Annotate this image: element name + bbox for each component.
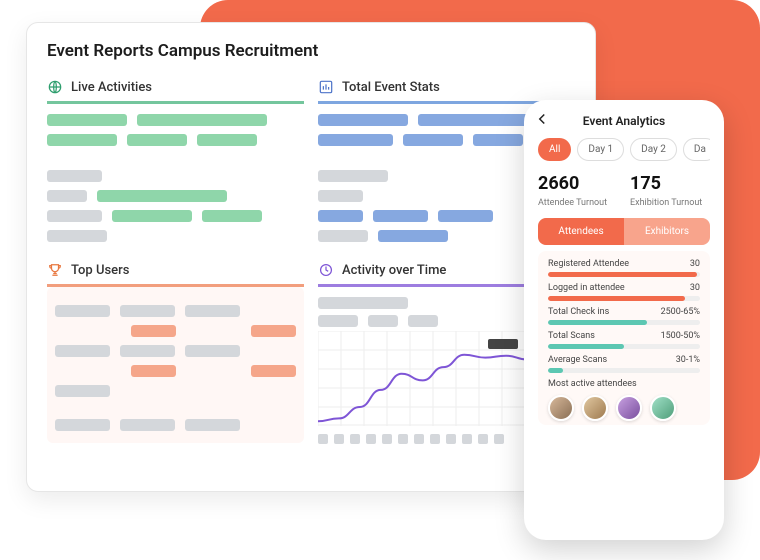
stat-attendee-turnout: 2660 Attendee Turnout <box>538 173 618 208</box>
globe-icon <box>47 79 63 95</box>
stat-label: Exhibition Turnout <box>630 198 710 208</box>
bar-chart-icon <box>318 79 334 95</box>
dashboard-card: Event Reports Campus Recruitment Live Ac… <box>26 22 596 492</box>
panel-header-totals: Total Event Stats <box>318 73 575 104</box>
phone-header: Event Analytics <box>538 114 710 128</box>
metric-bar <box>548 296 700 301</box>
panel-title: Activity over Time <box>342 263 446 278</box>
filter-pill-all[interactable]: All <box>538 138 571 161</box>
stat-label: Attendee Turnout <box>538 198 618 208</box>
metric-value: 30 <box>690 259 700 269</box>
avatar[interactable] <box>650 395 676 421</box>
filter-pill-day3[interactable]: Da <box>683 138 710 161</box>
filter-pill-day2[interactable]: Day 2 <box>630 138 677 161</box>
avatar-row <box>548 395 700 421</box>
metric-bar <box>548 320 700 325</box>
panel-title: Top Users <box>71 263 129 278</box>
metric-row: Registered Attendee 30 <box>548 259 700 277</box>
metric-label: Registered Attendee <box>548 259 629 269</box>
segment-attendees[interactable]: Attendees <box>538 218 624 245</box>
stat-exhibition-turnout: 175 Exhibition Turnout <box>630 173 710 208</box>
filter-pills: All Day 1 Day 2 Da <box>538 138 710 161</box>
metric-label: Logged in attendee <box>548 283 625 293</box>
placeholder-rows <box>47 287 304 443</box>
dashboard-title: Event Reports Campus Recruitment <box>47 41 575 61</box>
metric-row: Total Scans 1500-50% <box>548 331 700 349</box>
metrics-card: Registered Attendee 30 Logged in attendee 3… <box>538 251 710 425</box>
segment-control[interactable]: Attendees Exhibitors <box>538 218 710 245</box>
back-icon[interactable] <box>538 113 546 129</box>
panel-header-live: Live Activities <box>47 73 304 104</box>
trophy-icon <box>47 262 63 278</box>
avatar[interactable] <box>548 395 574 421</box>
metric-value: 30 <box>690 283 700 293</box>
filter-pill-day1[interactable]: Day 1 <box>577 138 624 161</box>
line-chart-svg <box>318 331 548 426</box>
metric-value: 2500-65% <box>661 307 700 317</box>
turnout-stats: 2660 Attendee Turnout 175 Exhibition Tur… <box>538 173 710 208</box>
metric-bar <box>548 368 700 373</box>
panel-title: Total Event Stats <box>342 80 440 95</box>
panel-header-top-users: Top Users <box>47 256 304 287</box>
phone-title: Event Analytics <box>583 114 665 128</box>
segment-exhibitors[interactable]: Exhibitors <box>624 218 710 245</box>
panel-top-users: Top Users <box>47 256 304 444</box>
metric-bar <box>548 344 700 349</box>
clock-icon <box>318 262 334 278</box>
chart-tooltip <box>488 339 518 349</box>
stat-value: 2660 <box>538 173 618 194</box>
stat-value: 175 <box>630 173 710 194</box>
panel-live-activities: Live Activities <box>47 73 304 246</box>
avatar[interactable] <box>616 395 642 421</box>
metric-row: Average Scans 30-1% <box>548 355 700 373</box>
avatar[interactable] <box>582 395 608 421</box>
metric-value: 30-1% <box>676 355 700 365</box>
metric-label: Total Check ins <box>548 307 609 317</box>
phone-card: Event Analytics All Day 1 Day 2 Da 2660 … <box>524 100 724 540</box>
metric-label: Average Scans <box>548 355 607 365</box>
metric-row: Total Check ins 2500-65% <box>548 307 700 325</box>
metric-bar <box>548 272 700 277</box>
metric-value: 1500-50% <box>661 331 700 341</box>
dashboard-grid: Live Activities Total Event Stats <box>47 73 575 444</box>
most-active-header: Most active attendees <box>548 379 700 389</box>
placeholder-rows <box>47 104 304 246</box>
panel-title: Live Activities <box>71 80 152 95</box>
metric-row: Logged in attendee 30 <box>548 283 700 301</box>
metric-label: Total Scans <box>548 331 595 341</box>
